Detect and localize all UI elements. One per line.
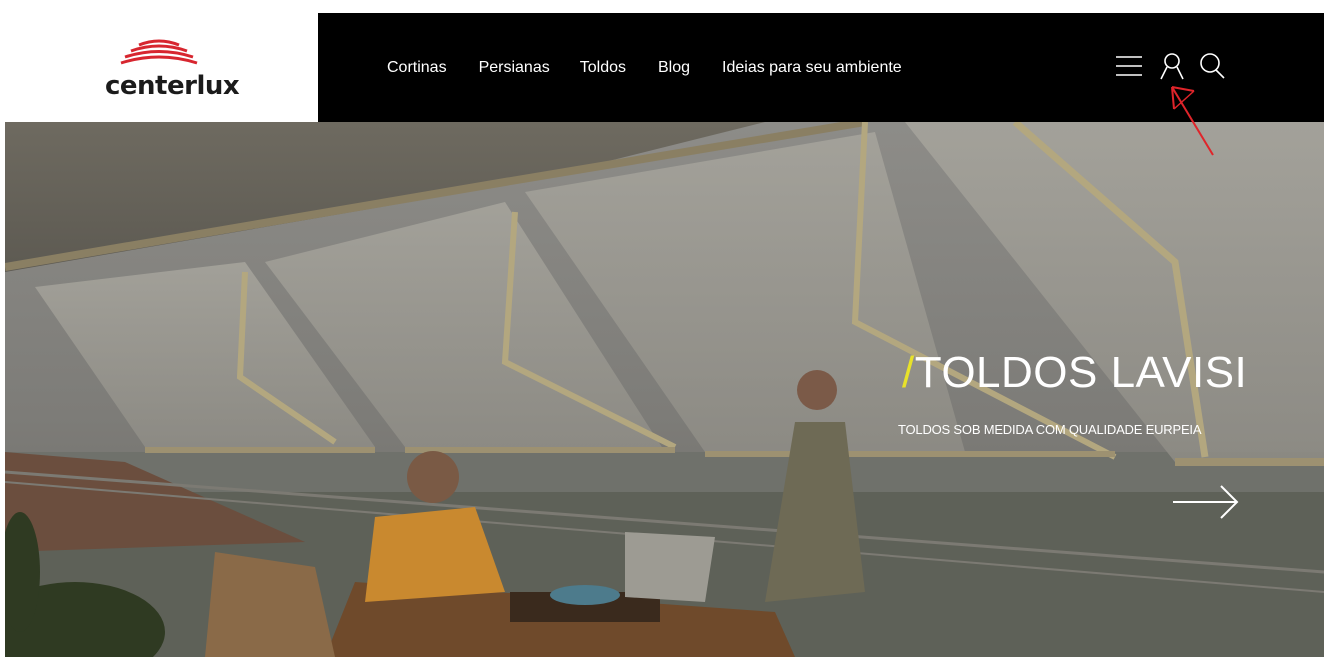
hero-title-slash: / bbox=[902, 348, 915, 397]
page: centerlux Cortinas Persianas Toldos Blog… bbox=[5, 13, 1324, 657]
hero-slide: /TOLDOS LAVISI TOLDOS SOB MEDIDA COM QUA… bbox=[5, 122, 1324, 657]
hero-title: /TOLDOS LAVISI bbox=[902, 348, 1247, 398]
user-icon[interactable] bbox=[1157, 51, 1187, 81]
nav-item-persianas[interactable]: Persianas bbox=[479, 59, 550, 77]
menu-icon[interactable] bbox=[1114, 51, 1144, 81]
logo-text: centerlux bbox=[105, 71, 240, 101]
nav-item-blog[interactable]: Blog bbox=[658, 59, 690, 77]
logo[interactable]: centerlux bbox=[5, 13, 318, 122]
arrow-right-icon[interactable] bbox=[1171, 484, 1241, 520]
site-header: centerlux Cortinas Persianas Toldos Blog… bbox=[5, 13, 1324, 122]
main-nav: Cortinas Persianas Toldos Blog Ideias pa… bbox=[387, 59, 934, 77]
hero-subtitle: TOLDOS SOB MEDIDA COM QUALIDADE EURPEIA bbox=[898, 422, 1202, 437]
nav-item-cortinas[interactable]: Cortinas bbox=[387, 59, 447, 77]
nav-item-ideias[interactable]: Ideias para seu ambiente bbox=[722, 59, 902, 77]
nav-item-toldos[interactable]: Toldos bbox=[580, 59, 626, 77]
logo-mark-icon bbox=[120, 39, 198, 65]
hero-title-text: TOLDOS LAVISI bbox=[914, 348, 1248, 397]
search-icon[interactable] bbox=[1197, 51, 1227, 81]
